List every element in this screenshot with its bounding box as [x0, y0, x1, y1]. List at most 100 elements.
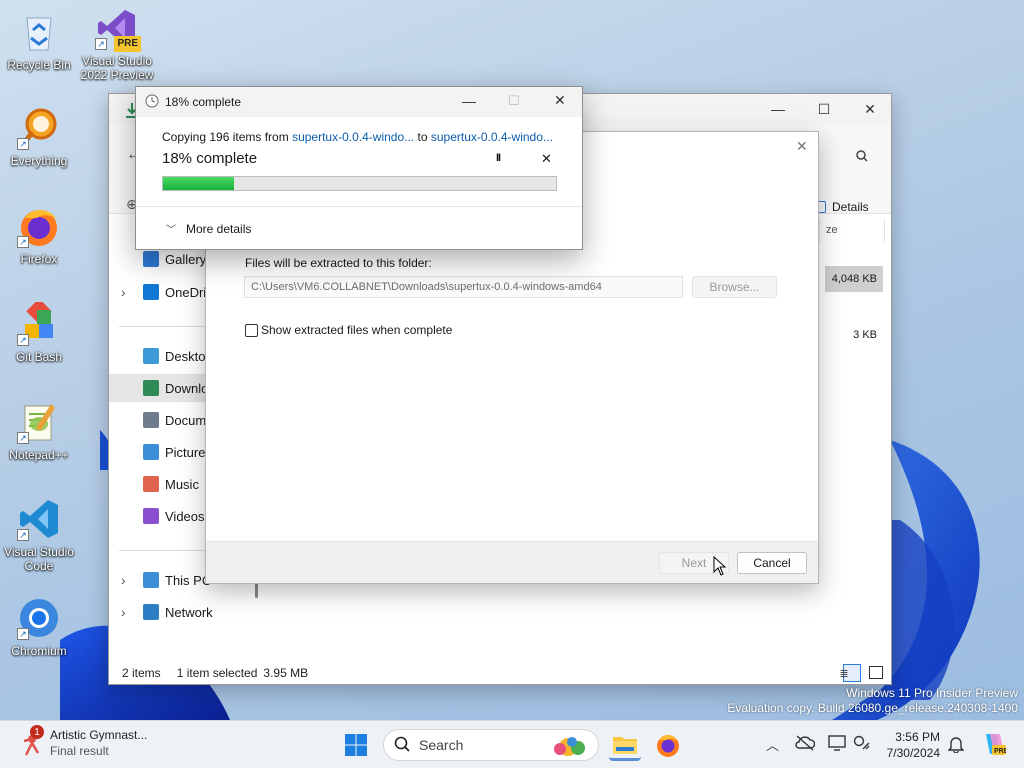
- sidebar-item-label: Music: [165, 476, 199, 492]
- chevron-up-icon[interactable]: ︿: [766, 735, 779, 754]
- desktop-icon-visual-studio[interactable]: PRE ↗ Visual Studio 2022 Preview: [79, 6, 155, 82]
- notification-bell-icon[interactable]: [947, 735, 965, 756]
- visual-studio-icon: PRE ↗: [95, 6, 141, 52]
- notification-title: Artistic Gymnast...: [50, 728, 148, 742]
- pre-badge: PRE: [114, 36, 141, 52]
- clock-icon: [145, 94, 159, 111]
- sidebar-item-network[interactable]: › Network: [109, 598, 259, 626]
- desktop-icon-notepadpp[interactable]: ↗ Notepad++: [1, 400, 77, 462]
- desktop-icon-everything[interactable]: ↗ Everything: [1, 106, 77, 168]
- desktop-icon-label: Everything: [10, 154, 68, 168]
- wizard-close-button[interactable]: ✕: [796, 138, 808, 155]
- notepadpp-icon: ↗: [17, 400, 61, 444]
- notification-badge: 1: [30, 725, 44, 739]
- shortcut-arrow-icon: ↗: [17, 334, 29, 346]
- status-bar: 2 items 1 item selected 3.95 MB ≣: [109, 662, 891, 684]
- copilot-icon[interactable]: PRE: [980, 731, 1009, 760]
- git-bash-icon: ↗: [17, 298, 61, 346]
- notification-subtitle: Final result: [50, 744, 109, 758]
- more-details-toggle[interactable]: ﹀ More details: [166, 221, 251, 237]
- wizard-footer: Next Cancel: [206, 541, 818, 583]
- desktop-icon-label: Chromium: [11, 644, 67, 658]
- desktop-icon-label: Recycle Bin: [7, 58, 71, 72]
- videos-icon: [143, 508, 159, 524]
- taskbar-search-box[interactable]: Search: [383, 729, 599, 761]
- taskbar-file-explorer[interactable]: [609, 729, 641, 761]
- status-size: 3.95 MB: [263, 666, 309, 680]
- shortcut-arrow-icon: ↗: [17, 432, 29, 444]
- cancel-copy-button[interactable]: ✕: [541, 151, 552, 167]
- show-files-option[interactable]: Show extracted files when complete: [245, 323, 452, 337]
- desktop-icon-vscode[interactable]: ↗ Visual Studio Code: [1, 497, 77, 573]
- onedrive-offline-icon[interactable]: [795, 735, 816, 754]
- source-link[interactable]: supertux-0.0.4-windo...: [292, 130, 414, 144]
- download-icon: [143, 380, 159, 396]
- shortcut-arrow-icon: ↗: [17, 628, 29, 640]
- search-icon[interactable]: [856, 150, 868, 165]
- chevron-right-icon[interactable]: ›: [121, 604, 126, 620]
- copy-maximize-button: ☐: [508, 93, 520, 108]
- size-column-header[interactable]: ze: [819, 218, 885, 242]
- copy-description: Copying 196 items from supertux-0.0.4-wi…: [162, 130, 553, 144]
- shortcut-arrow-icon: ↗: [17, 236, 29, 248]
- copy-dialog-title: 18% complete: [165, 95, 242, 109]
- pause-button[interactable]: II: [496, 152, 501, 164]
- copy-dialog-titlebar: 18% complete — ☐ ✕: [136, 87, 582, 117]
- table-row[interactable]: 3 KB: [825, 322, 883, 348]
- extract-path-input[interactable]: [244, 276, 683, 298]
- sidebar-item-label: Network: [165, 604, 213, 620]
- table-row[interactable]: 4,048 KB: [825, 266, 883, 292]
- explorer-minimize-button[interactable]: —: [755, 94, 801, 124]
- progress-bar-fill: [163, 177, 234, 190]
- music-icon: [143, 476, 159, 492]
- clock-date: 7/30/2024: [886, 746, 940, 760]
- tiles-view-button[interactable]: [869, 666, 883, 679]
- sidebar-item-label: Videos: [165, 508, 205, 524]
- desktop-icon-chromium[interactable]: ↗ Chromium: [1, 596, 77, 658]
- shortcut-arrow-icon: ↗: [17, 138, 29, 150]
- vscode-icon: ↗: [17, 497, 61, 541]
- chevron-right-icon[interactable]: ›: [121, 572, 126, 588]
- clock-time: 3:56 PM: [895, 730, 940, 744]
- chevron-right-icon[interactable]: ›: [121, 284, 126, 300]
- display-icon[interactable]: [828, 735, 846, 754]
- desktop-icon: [143, 348, 159, 364]
- status-selection: 1 item selected: [176, 666, 258, 680]
- explorer-close-button[interactable]: ✕: [847, 94, 893, 124]
- search-placeholder: Search: [419, 737, 464, 753]
- explorer-maximize-button[interactable]: ☐: [801, 94, 847, 124]
- show-files-checkbox[interactable]: [245, 323, 258, 337]
- cancel-button[interactable]: Cancel: [737, 552, 807, 574]
- desktop-icon-label: Git Bash: [15, 350, 63, 364]
- widgets-notification[interactable]: 1 Artistic Gymnast... Final result: [20, 725, 148, 759]
- destination-link[interactable]: supertux-0.0.4-windo...: [431, 130, 553, 144]
- size-header-label: ze: [826, 224, 838, 236]
- start-button[interactable]: [340, 729, 372, 761]
- gymnast-icon: 1: [20, 725, 44, 757]
- progress-heading: 18% complete: [162, 150, 258, 167]
- desktop-icon-recycle-bin[interactable]: Recycle Bin: [1, 10, 77, 72]
- pictures-icon: [143, 444, 159, 460]
- taskbar: 1 Artistic Gymnast... Final result Searc…: [0, 720, 1024, 768]
- file-size: 3 KB: [853, 329, 877, 341]
- network-status-icon[interactable]: [853, 735, 871, 754]
- taskbar-firefox[interactable]: [652, 729, 684, 761]
- this-pc-icon: [143, 572, 159, 588]
- copy-close-button[interactable]: ✕: [554, 92, 566, 109]
- dialog-divider: [136, 206, 582, 207]
- desktop-icon-firefox[interactable]: ↗ Firefox: [1, 204, 77, 266]
- clock[interactable]: 3:56 PM 7/30/2024: [884, 729, 940, 761]
- details-view-button[interactable]: ≣: [839, 664, 861, 682]
- chevron-down-icon: ﹀: [166, 225, 176, 236]
- copy-to-word: to: [417, 130, 428, 144]
- network-icon: [143, 604, 159, 620]
- desktop-icon-git-bash[interactable]: ↗ Git Bash: [1, 298, 77, 364]
- copy-minimize-button[interactable]: —: [462, 93, 476, 109]
- sidebar-item-label: Downlo: [165, 380, 209, 396]
- browse-button[interactable]: Browse...: [692, 276, 777, 298]
- details-button[interactable]: Details: [816, 200, 869, 214]
- desktop-icon-label: Visual Studio Code: [4, 545, 74, 573]
- firefox-icon: ↗: [17, 204, 61, 248]
- file-size: 4,048 KB: [831, 273, 877, 285]
- onedrive-icon: [143, 284, 159, 300]
